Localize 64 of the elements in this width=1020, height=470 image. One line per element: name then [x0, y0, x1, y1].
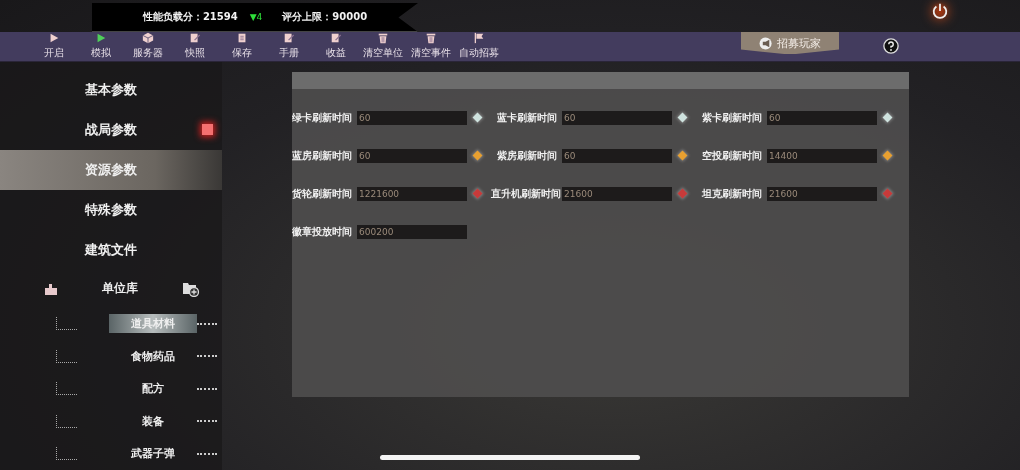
trend-indicator: ▼4 [249, 12, 263, 22]
toolbar-button[interactable]: 快照 [171, 32, 218, 61]
field-label: 紫卡刷新时间 [701, 110, 762, 125]
tree-connector [56, 349, 77, 363]
field-label: 蓝卡刷新时间 [496, 110, 557, 125]
toolbar-button[interactable]: 服务器 [124, 32, 171, 61]
input-field[interactable]: 14400 [767, 148, 877, 163]
drag-handle[interactable] [197, 355, 217, 358]
sidebar-item[interactable]: 特殊参数 [0, 189, 222, 230]
drag-handle[interactable] [197, 420, 217, 423]
flag-icon [473, 32, 485, 45]
tree-item[interactable]: 武器子弹 [109, 444, 197, 464]
tree-item[interactable]: 装备 [109, 411, 197, 431]
field-label: 货轮刷新时间 [292, 186, 352, 201]
add-folder-icon[interactable] [182, 280, 200, 297]
trash-icon [425, 32, 437, 45]
input-field[interactable]: 21600 [562, 186, 672, 201]
field-label: 坦克刷新时间 [701, 186, 762, 201]
export-icon[interactable] [44, 281, 58, 296]
toolbar-button[interactable]: 手册 [265, 32, 312, 61]
toolbar-button[interactable]: 收益 [312, 32, 359, 61]
input-field[interactable]: 60 [767, 110, 877, 125]
sidebar-item[interactable]: 资源参数 [0, 149, 222, 190]
input-field[interactable]: 60 [357, 110, 467, 125]
tree-item[interactable]: 食物药品 [109, 346, 197, 366]
toolbar-button[interactable]: 开启 [30, 32, 77, 61]
input-field[interactable]: 60 [562, 110, 672, 125]
drag-handle[interactable] [197, 387, 217, 390]
megaphone-icon [759, 36, 774, 50]
tree-connector [56, 414, 77, 428]
toolbar-button[interactable]: 清空单位 [359, 32, 407, 61]
field-label: 紫房刷新时间 [496, 148, 557, 163]
help-icon[interactable] [883, 38, 899, 55]
input-field[interactable]: 600200 [357, 224, 467, 239]
input-field[interactable]: 60 [357, 148, 467, 163]
drag-handle[interactable] [197, 452, 217, 455]
edit-icon [282, 32, 295, 45]
toolbar-button[interactable]: 自动招募 [455, 32, 503, 61]
toolbar-button[interactable]: 保存 [218, 32, 265, 61]
input-field[interactable]: 21600 [767, 186, 877, 201]
field-label: 空投刷新时间 [701, 148, 762, 163]
input-field[interactable]: 1221600 [357, 186, 467, 201]
field-label: 绿卡刷新时间 [292, 110, 352, 125]
input-field[interactable]: 60 [562, 148, 672, 163]
power-icon[interactable] [931, 2, 949, 20]
sidebar-item[interactable]: 基本参数 [0, 69, 222, 110]
score-limit: 评分上限：90000 [282, 10, 368, 24]
field-label: 蓝房刷新时间 [292, 148, 352, 163]
load-score: 性能负载分：21594 [142, 10, 238, 24]
edit-icon [329, 32, 342, 45]
trash-icon [377, 32, 389, 45]
sidebar-item[interactable]: 战局参数 [0, 109, 222, 150]
tree-connector [56, 382, 77, 396]
sidebar-item[interactable]: 建筑文件 [0, 229, 222, 270]
field-label: 徽章投放时间 [292, 224, 352, 239]
unit-library-title: 单位库 [102, 280, 138, 297]
tree-connector [56, 317, 77, 331]
tree-item[interactable]: 配方 [109, 379, 197, 399]
tree-connector [56, 447, 77, 461]
toolbar-button[interactable]: 清空事件 [407, 32, 455, 61]
box-icon [141, 32, 154, 45]
edit-icon [188, 32, 201, 45]
toolbar-button[interactable]: 模拟 [77, 32, 124, 61]
drag-handle[interactable] [197, 322, 217, 325]
